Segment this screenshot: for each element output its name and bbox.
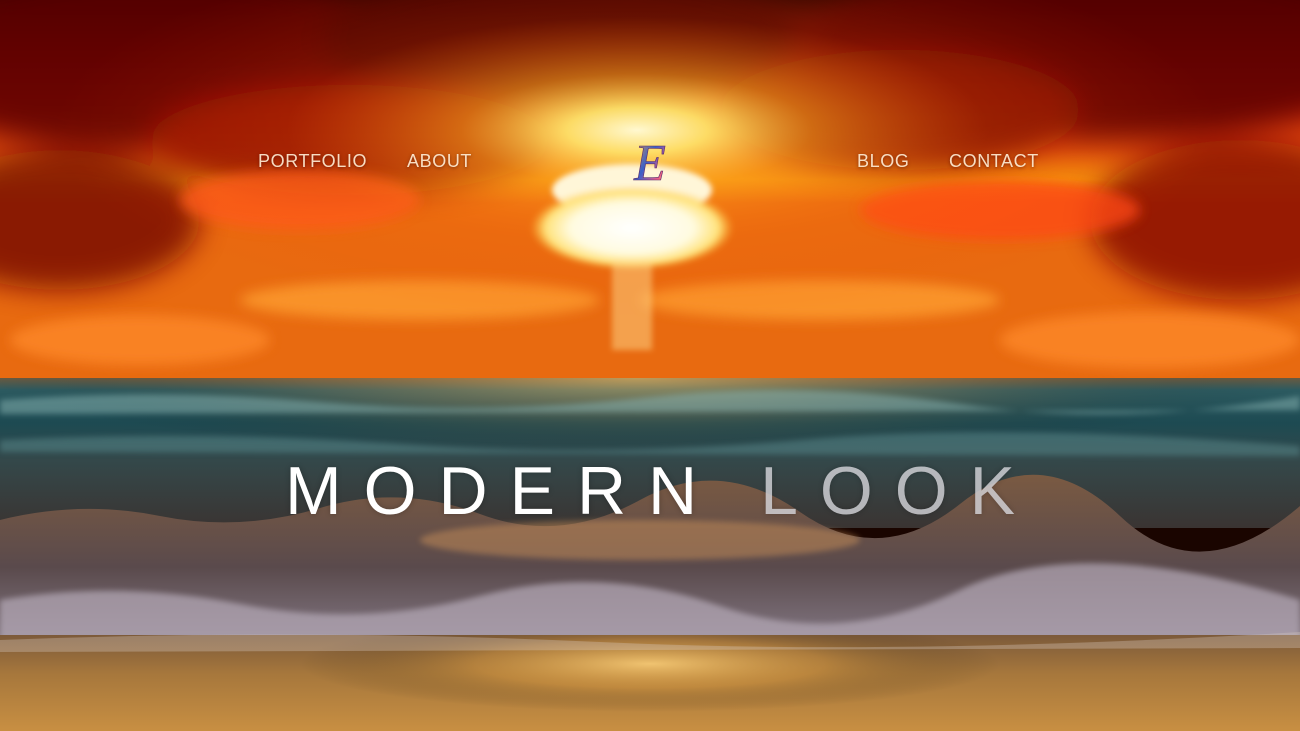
nav-link-contact[interactable]: CONTACT <box>949 150 1039 172</box>
nav-link-portfolio[interactable]: PORTFOLIO <box>258 150 367 172</box>
hero-section: PORTFOLIO ABOUT BLOG CONTACT E MODERN LO… <box>0 0 1300 731</box>
headline-word-modern: MODERN <box>284 452 720 529</box>
nav-link-about[interactable]: ABOUT <box>407 150 472 172</box>
hero-background-image <box>0 0 1300 731</box>
hero-headline: MODERN LOOK <box>0 451 1300 531</box>
nav-link-blog[interactable]: BLOG <box>857 150 909 172</box>
headline-word-look: LOOK <box>760 452 1038 529</box>
logo-letter: E <box>633 135 666 188</box>
monogram-e-logo-icon[interactable]: E <box>622 132 678 188</box>
